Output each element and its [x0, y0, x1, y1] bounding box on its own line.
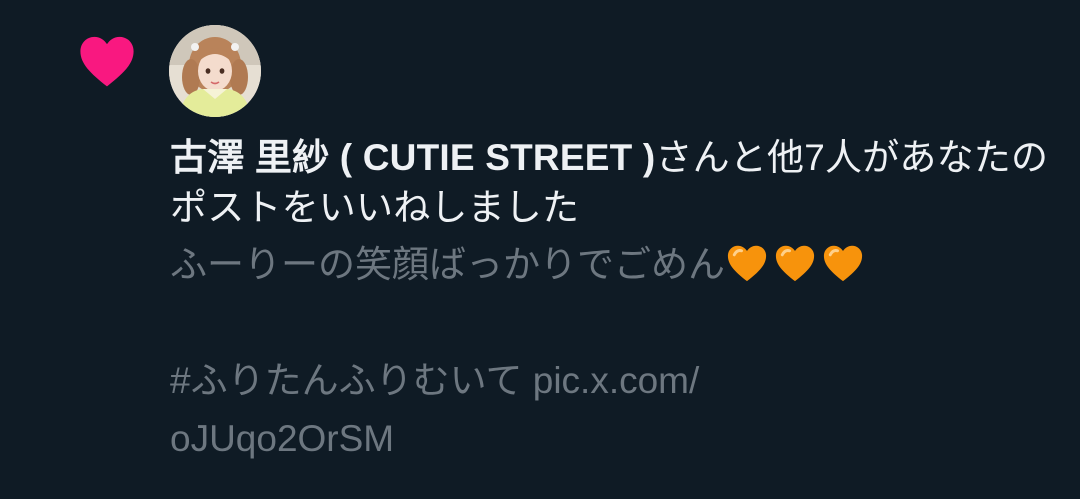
orange-heart-icon — [775, 245, 815, 282]
user-name[interactable]: 古澤 里紗 ( CUTIE STREET ) — [170, 137, 655, 178]
like-notification[interactable]: 古澤 里紗 ( CUTIE STREET )さんと他7人があなたのポストをいいね… — [0, 0, 1080, 499]
post-text-line-3: #ふりたんふりむいて pic.x.com/ — [170, 360, 700, 401]
notification-summary: 古澤 里紗 ( CUTIE STREET )さんと他7人があなたのポストをいいね… — [170, 133, 1050, 233]
post-preview[interactable]: ふーりーの笑顔ばっかりでごめん #ふりたんふりむいて pic.x.com/ oJ… — [170, 236, 1050, 468]
avatar-image — [169, 25, 261, 117]
orange-heart-icon — [823, 245, 863, 282]
emoji-group — [725, 244, 869, 285]
post-text-blank-line — [170, 294, 1050, 352]
post-text-line-1: ふーりーの笑顔ばっかりでごめん — [170, 236, 1050, 294]
user-avatar[interactable] — [169, 25, 261, 117]
orange-heart-icon — [727, 245, 767, 282]
heart-icon — [80, 36, 134, 87]
post-text-line-4: oJUqo2OrSM — [170, 418, 395, 459]
notification-content[interactable]: 古澤 里紗 ( CUTIE STREET )さんと他7人があなたのポストをいいね… — [170, 133, 1050, 468]
